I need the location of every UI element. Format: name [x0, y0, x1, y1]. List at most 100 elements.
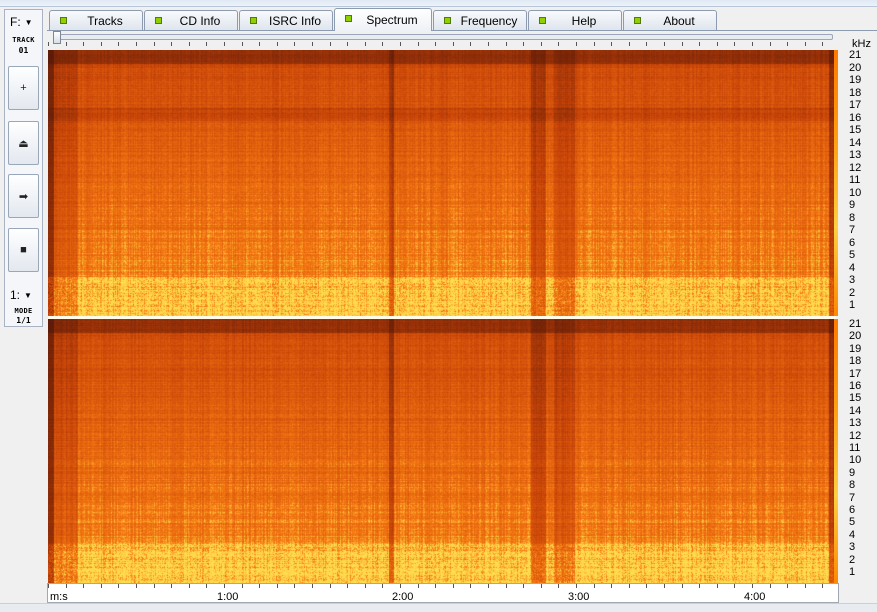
tab-label: Tracks: [87, 13, 123, 28]
axis-tick: [488, 42, 489, 46]
freq-tick-label: 19: [849, 342, 862, 355]
time-axis-label: m:s: [50, 591, 68, 603]
drive-value: F:: [10, 15, 21, 29]
play-icon: ➡: [18, 190, 29, 203]
axis-tick: [646, 42, 647, 46]
add-button[interactable]: +: [8, 66, 39, 110]
axis-tick: [558, 584, 559, 588]
freq-tick-label: 15: [849, 124, 862, 136]
axis-tick: [435, 584, 436, 588]
mode-value: 1/1: [16, 316, 31, 325]
axis-tick: [488, 584, 489, 588]
freq-tick-label: 14: [849, 404, 862, 417]
axis-tick: [242, 42, 243, 46]
freq-tick-label: 6: [849, 504, 856, 516]
tab-isrc-info[interactable]: ISRC Info: [239, 10, 333, 30]
axis-tick: [330, 42, 331, 46]
tab-cd-info[interactable]: CD Info: [144, 10, 238, 30]
tab-label: CD Info: [179, 13, 221, 28]
tab-about[interactable]: About: [623, 10, 717, 30]
tab-spectrum[interactable]: Spectrum: [334, 8, 432, 31]
axis-tick: [805, 584, 806, 588]
freq-tick-label: 15: [849, 392, 862, 405]
tab-tracks[interactable]: Tracks: [49, 10, 143, 30]
axis-tick: [752, 584, 753, 588]
position-slider-track[interactable]: [55, 34, 833, 40]
freq-tick-label: 8: [849, 211, 856, 224]
tab-label: ISRC Info: [268, 13, 322, 28]
axis-tick: [242, 584, 243, 588]
tab-label: Help: [571, 13, 597, 28]
axis-tick: [523, 584, 524, 588]
spectrogram-canvas: [48, 50, 836, 316]
eject-icon: ⏏: [18, 137, 29, 150]
axis-tick: [611, 42, 612, 46]
axis-tick: [470, 584, 471, 588]
freq-tick-label: 3: [849, 541, 856, 554]
axis-tick: [154, 584, 155, 588]
chevron-down-icon: ▼: [24, 17, 33, 27]
freq-tick-label: 10: [849, 186, 862, 199]
freq-tick-label: 1: [849, 299, 856, 311]
play-button[interactable]: ➡: [8, 174, 39, 218]
channel-select[interactable]: 1: ▼: [10, 286, 40, 304]
time-label: 1:00: [217, 591, 239, 603]
axis-tick: [224, 584, 225, 588]
axis-tick: [136, 42, 137, 46]
stop-button[interactable]: ■: [8, 228, 39, 272]
freq-tick-label: 16: [849, 111, 862, 124]
channel-value: 1:: [10, 288, 21, 302]
freq-tick-label: 2: [849, 286, 856, 299]
track-value: 01: [18, 46, 29, 55]
axis-tick: [594, 584, 595, 588]
axis-tick: [734, 42, 735, 46]
eject-button[interactable]: ⏏: [8, 121, 39, 165]
axis-tick: [171, 584, 172, 588]
track-label: TRACK: [12, 36, 35, 44]
axis-tick: [787, 584, 788, 588]
axis-tick: [277, 42, 278, 46]
freq-tick-label: 17: [849, 367, 862, 380]
axis-tick: [418, 584, 419, 588]
axis-tick: [699, 584, 700, 588]
axis-tick: [189, 42, 190, 46]
axis-tick: [312, 584, 313, 588]
stop-icon: ■: [20, 244, 27, 256]
axis-tick: [294, 42, 295, 46]
axis-tick: [682, 584, 683, 588]
frequency-axis: 21 20 19 18 17 16 15 14 13 12 11 10 9 8 7 6 5 4 3 2 1: [849, 318, 877, 583]
bottom-tick-row: [48, 584, 838, 590]
axis-tick: [347, 42, 348, 46]
axis-tick: [541, 584, 542, 588]
axis-tick: [66, 42, 67, 46]
axis-tick: [805, 42, 806, 46]
tab-underline: [47, 30, 877, 31]
tab-label: Spectrum: [366, 13, 418, 27]
freq-tick-label: 12: [849, 429, 862, 442]
axis-tick: [400, 42, 401, 46]
axis-tick: [206, 584, 207, 588]
axis-tick: [576, 584, 577, 588]
freq-tick-label: 20: [849, 330, 862, 343]
spectrogram-canvas: [48, 319, 836, 583]
freq-tick-label: 13: [849, 417, 862, 430]
axis-tick: [259, 42, 260, 46]
freq-tick-label: 13: [849, 149, 862, 161]
axis-tick: [576, 42, 577, 46]
freq-tick-label: 9: [849, 466, 856, 479]
freq-tick-label: 17: [849, 99, 862, 111]
axis-tick: [83, 584, 84, 588]
axis-tick: [717, 42, 718, 46]
axis-tick: [83, 42, 84, 46]
drive-select[interactable]: F: ▼: [10, 13, 40, 31]
frequency-axis: 21 20 19 18 17 16 15 14 13 12 11 10 9 8 7 6 5 4 3 2 1: [849, 49, 877, 316]
axis-tick: [365, 584, 366, 588]
tab-help[interactable]: Help: [528, 10, 622, 30]
tab-frequency[interactable]: Frequency: [433, 10, 527, 30]
intensity-colorbar: [834, 319, 838, 583]
axis-tick: [48, 584, 49, 588]
axis-tick: [752, 42, 753, 46]
axis-tick: [118, 42, 119, 46]
spectrogram-channel-2: [48, 319, 836, 583]
freq-tick-label: 14: [849, 136, 862, 149]
